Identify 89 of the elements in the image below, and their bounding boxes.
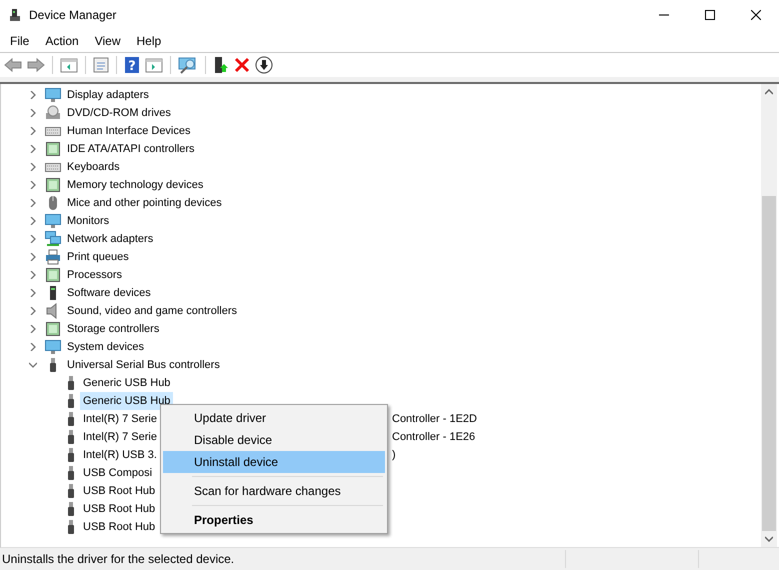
scrollbar[interactable] — [761, 84, 777, 547]
tree-item[interactable]: Generic USB Hub — [80, 392, 174, 410]
maximize-icon — [705, 10, 715, 20]
panel-icon[interactable] — [145, 57, 163, 73]
properties-icon[interactable] — [93, 57, 109, 73]
expand-chevron-icon[interactable] — [29, 307, 37, 315]
expand-chevron-icon[interactable] — [29, 253, 37, 261]
tree-item[interactable]: Processors — [64, 266, 126, 284]
menu-item[interactable]: Action — [37, 34, 87, 48]
tree-item[interactable]: ) — [392, 448, 396, 462]
scroll-thumb[interactable] — [762, 196, 776, 531]
tree-item[interactable]: USB Root Hub — [80, 482, 158, 500]
chip-icon — [45, 141, 61, 157]
usb-plug-icon — [66, 483, 76, 499]
update-driver-icon[interactable] — [213, 56, 229, 74]
expand-chevron-icon[interactable] — [29, 343, 37, 351]
download-icon[interactable] — [255, 56, 273, 74]
usb-plug-icon — [66, 393, 76, 409]
expand-chevron-icon[interactable] — [29, 109, 37, 117]
app-icon — [8, 8, 22, 22]
expand-chevron-icon[interactable] — [29, 325, 37, 333]
help-icon[interactable]: ? — [124, 56, 140, 74]
usb-plug-icon — [66, 519, 76, 535]
usb-plug-icon — [66, 411, 76, 427]
usb-plug-icon — [66, 375, 76, 391]
tree-item[interactable]: Storage controllers — [64, 320, 162, 338]
forward-arrow-icon[interactable] — [27, 57, 45, 73]
disc-drive-icon — [45, 105, 61, 121]
tree-item[interactable]: Universal Serial Bus controllers — [64, 356, 223, 374]
tree-item[interactable]: Sound, video and game controllers — [64, 302, 240, 320]
expand-chevron-icon[interactable] — [29, 235, 37, 243]
window-title: Device Manager — [29, 8, 116, 22]
monitor-icon — [45, 339, 61, 355]
expand-chevron-icon[interactable] — [29, 91, 37, 99]
chip-icon — [45, 267, 61, 283]
tree-item[interactable]: Keyboards — [64, 158, 123, 176]
status-text: Uninstalls the driver for the selected device. — [1, 552, 236, 566]
tree-item[interactable]: IDE ATA/ATAPI controllers — [64, 140, 198, 158]
chip-icon — [45, 321, 61, 337]
context-menu-item[interactable]: Disable device — [163, 429, 385, 451]
expand-chevron-icon[interactable] — [29, 217, 37, 225]
expand-chevron-icon[interactable] — [29, 127, 37, 135]
tree-item[interactable]: Intel(R) USB 3. — [80, 446, 160, 464]
back-arrow-icon[interactable] — [4, 57, 22, 73]
usb-plug-icon — [66, 501, 76, 517]
tree-item[interactable]: Controller - 1E2D — [392, 412, 477, 426]
tree-item[interactable]: Generic USB Hub — [80, 374, 174, 392]
tree-item[interactable]: System devices — [64, 338, 148, 356]
tree-item[interactable]: Memory technology devices — [64, 176, 206, 194]
monitor-search-icon[interactable] — [178, 56, 198, 74]
printer-icon — [45, 249, 61, 265]
usb-plug-icon — [66, 429, 76, 445]
monitor-icon — [45, 87, 61, 103]
tree-item[interactable]: USB Root Hub — [80, 500, 158, 518]
monitor-icon — [45, 213, 61, 229]
network-icon — [45, 231, 61, 247]
tree-item[interactable]: Human Interface Devices — [64, 122, 194, 140]
tree-item[interactable]: DVD/CD-ROM drives — [64, 104, 174, 122]
tree-item[interactable]: Monitors — [64, 212, 112, 230]
menu-item[interactable]: View — [86, 34, 128, 48]
expand-chevron-icon[interactable] — [29, 199, 37, 207]
menu-item[interactable]: Help — [128, 34, 170, 48]
collapse-chevron-icon[interactable] — [29, 361, 37, 369]
tree-item[interactable]: USB Composi — [80, 464, 156, 482]
scroll-down-icon[interactable] — [765, 536, 773, 542]
tree-item[interactable]: Controller - 1E26 — [392, 430, 476, 444]
usb-plug-icon — [66, 465, 76, 481]
expand-chevron-icon[interactable] — [29, 181, 37, 189]
tree-item[interactable]: USB Root Hub — [80, 518, 158, 536]
expand-chevron-icon[interactable] — [29, 163, 37, 171]
expand-chevron-icon[interactable] — [29, 271, 37, 279]
tree-item[interactable]: Intel(R) 7 Serie — [80, 428, 160, 446]
usb-plug-icon — [66, 447, 76, 463]
context-menu-item[interactable]: Update driver — [163, 407, 385, 429]
tree-item[interactable]: Intel(R) 7 Serie — [80, 410, 160, 428]
tree-item[interactable]: Mice and other pointing devices — [64, 194, 225, 212]
tree-item[interactable]: Software devices — [64, 284, 154, 302]
close-icon[interactable] — [234, 57, 250, 73]
tree-item[interactable]: Network adapters — [64, 230, 156, 248]
expand-chevron-icon[interactable] — [29, 145, 37, 153]
menu-item[interactable]: File — [2, 34, 38, 48]
tree-item[interactable]: Display adapters — [64, 86, 152, 104]
context-menu-item[interactable]: Uninstall device — [163, 451, 385, 473]
expand-chevron-icon[interactable] — [29, 289, 37, 297]
close-icon — [751, 10, 761, 20]
scroll-up-icon[interactable] — [765, 89, 773, 95]
panel-icon[interactable] — [60, 57, 78, 73]
chip-icon — [45, 177, 61, 193]
tree-item[interactable]: Print queues — [64, 248, 132, 266]
